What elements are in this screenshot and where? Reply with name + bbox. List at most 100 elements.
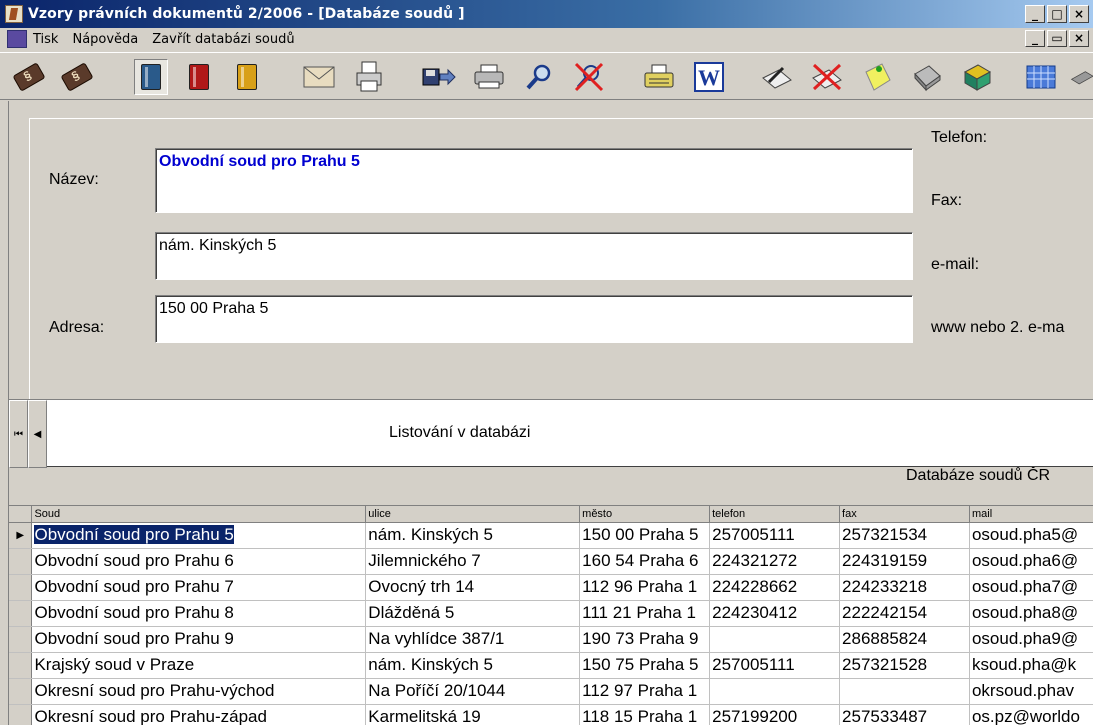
row-indicator[interactable] [9,626,33,653]
row-indicator[interactable]: ▶ [9,522,33,549]
cell-ulice[interactable]: Karmelitská 19 [365,704,581,725]
cell-ulice[interactable]: Ovocný trh 14 [365,574,581,601]
typewriter-icon[interactable] [642,59,676,95]
maximize-button[interactable]: □ [1047,5,1067,23]
cell-mail[interactable]: okrsoud.phav [969,678,1093,705]
calendar-icon[interactable] [1024,59,1058,95]
cell-mail[interactable]: osoud.pha6@ [969,548,1093,575]
minimize-button[interactable]: _ [1025,5,1045,23]
scanner-icon[interactable] [1070,59,1093,95]
row-indicator[interactable] [9,704,33,725]
app-icon[interactable] [5,5,23,23]
blue-book-icon[interactable] [134,59,168,95]
table-row[interactable]: Obvodní soud pro Prahu 9 Na vyhlídce 387/… [9,626,1093,653]
row-indicator[interactable] [9,548,33,575]
cell-mail[interactable]: osoud.pha8@ [969,600,1093,627]
name-field[interactable]: Obvodní soud pro Prahu 5 [155,148,913,213]
menu-napoveda[interactable]: Nápověda [72,32,138,47]
cell-fax[interactable]: 222242154 [839,600,970,627]
law-book-icon[interactable] [60,59,94,95]
cell-mail[interactable]: osoud.pha5@ [969,522,1093,549]
child-minimize-button[interactable]: _ [1025,30,1045,47]
city-field[interactable]: 150 00 Praha 5 [155,295,913,343]
cell-mesto[interactable]: 118 15 Praha 1 [579,704,711,725]
cell-soud[interactable]: Obvodní soud pro Prahu 7 [31,574,367,601]
table-row[interactable]: Krajský soud v Praze nám. Kinských 5 150 7… [9,652,1093,679]
cell-ulice[interactable]: Jilemnického 7 [365,548,581,575]
cell-telefon[interactable]: 224230412 [709,600,841,627]
cell-ulice[interactable]: nám. Kinských 5 [365,522,581,549]
cell-fax[interactable] [839,678,970,705]
previous-record-button[interactable]: ◀ [28,400,47,468]
printer-icon[interactable] [472,59,506,95]
cell-ulice[interactable]: Na Poříčí 20/1044 [365,678,581,705]
child-close-button[interactable]: × [1069,30,1089,47]
table-row[interactable]: Okresní soud pro Prahu-východ Na Poříčí 2… [9,678,1093,705]
column-header-mesto[interactable]: město [579,506,711,523]
green-box-icon[interactable] [960,59,994,95]
red-book-icon[interactable] [182,59,216,95]
cancel-search-icon[interactable] [572,59,606,95]
cell-telefon[interactable] [709,678,841,705]
cell-soud[interactable]: Obvodní soud pro Prahu 8 [31,600,367,627]
law-book-icon[interactable] [12,59,46,95]
cell-soud[interactable]: Obvodní soud pro Prahu 6 [31,548,367,575]
cell-mesto[interactable]: 112 96 Praha 1 [579,574,711,601]
row-indicator[interactable] [9,574,33,601]
cell-fax[interactable]: 224319159 [839,548,970,575]
row-indicator[interactable] [9,600,33,627]
calculator-icon[interactable] [910,59,944,95]
word-icon[interactable]: W [692,59,726,95]
column-header-ulice[interactable]: ulice [365,506,581,523]
cell-mesto[interactable]: 190 73 Praha 9 [579,626,711,653]
table-row[interactable]: Obvodní soud pro Prahu 6 Jilemnického 7 16… [9,548,1093,575]
column-header-mail[interactable]: mail [969,506,1093,523]
cell-mesto[interactable]: 111 21 Praha 1 [579,600,711,627]
document-icon[interactable] [7,30,27,48]
cell-mail[interactable]: ksoud.pha@k [969,652,1093,679]
cell-telefon[interactable]: 224321272 [709,548,841,575]
cell-telefon[interactable]: 257005111 [709,652,841,679]
save-arrow-icon[interactable] [422,59,456,95]
cell-fax[interactable]: 257533487 [839,704,970,725]
table-row[interactable]: Okresní soud pro Prahu-západ Karmelitská … [9,704,1093,725]
table-row[interactable]: Obvodní soud pro Prahu 8 Dlážděná 5 111 21… [9,600,1093,627]
menu-tisk[interactable]: Tisk [33,32,58,47]
cell-soud[interactable]: Obvodní soud pro Prahu 9 [31,626,367,653]
menu-zavrit-databazi[interactable]: Zavřít databázi soudů [152,32,294,47]
cell-telefon[interactable]: 224228662 [709,574,841,601]
sticky-note-icon[interactable] [860,59,894,95]
cell-soud[interactable]: Obvodní soud pro Prahu 5 [31,522,367,549]
cell-fax[interactable]: 257321528 [839,652,970,679]
cell-soud[interactable]: Okresní soud pro Prahu-západ [31,704,367,725]
envelope-icon[interactable] [302,59,336,95]
cell-fax[interactable]: 257321534 [839,522,970,549]
table-row[interactable]: ▶ Obvodní soud pro Prahu 5 nám. Kinských 5… [9,522,1093,549]
cell-mail[interactable]: os.pz@worldo [969,704,1093,725]
row-indicator[interactable] [9,652,33,679]
street-field[interactable]: nám. Kinských 5 [155,232,913,280]
cell-mesto[interactable]: 160 54 Praha 6 [579,548,711,575]
cell-soud[interactable]: Krajský soud v Praze [31,652,367,679]
cell-ulice[interactable]: Dlážděná 5 [365,600,581,627]
cell-ulice[interactable]: nám. Kinských 5 [365,652,581,679]
cell-ulice[interactable]: Na vyhlídce 387/1 [365,626,581,653]
close-button[interactable]: × [1069,5,1089,23]
table-row[interactable]: Obvodní soud pro Prahu 7 Ovocný trh 14 112… [9,574,1093,601]
cell-soud[interactable]: Okresní soud pro Prahu-východ [31,678,367,705]
magnifier-icon[interactable] [522,59,556,95]
cell-telefon[interactable]: 257005111 [709,522,841,549]
cell-mail[interactable]: osoud.pha9@ [969,626,1093,653]
cancel-pen-icon[interactable] [810,59,844,95]
yellow-book-icon[interactable] [230,59,264,95]
child-restore-button[interactable]: ▭ [1047,30,1067,47]
column-header-fax[interactable]: fax [839,506,970,523]
cell-mesto[interactable]: 112 97 Praha 1 [579,678,711,705]
cell-mesto[interactable]: 150 00 Praha 5 [579,522,711,549]
column-header-telefon[interactable]: telefon [709,506,841,523]
cell-fax[interactable]: 286885824 [839,626,970,653]
first-record-button[interactable]: ⏮ [9,400,28,468]
cell-mail[interactable]: osoud.pha7@ [969,574,1093,601]
cell-telefon[interactable] [709,626,841,653]
page-print-icon[interactable] [352,59,386,95]
